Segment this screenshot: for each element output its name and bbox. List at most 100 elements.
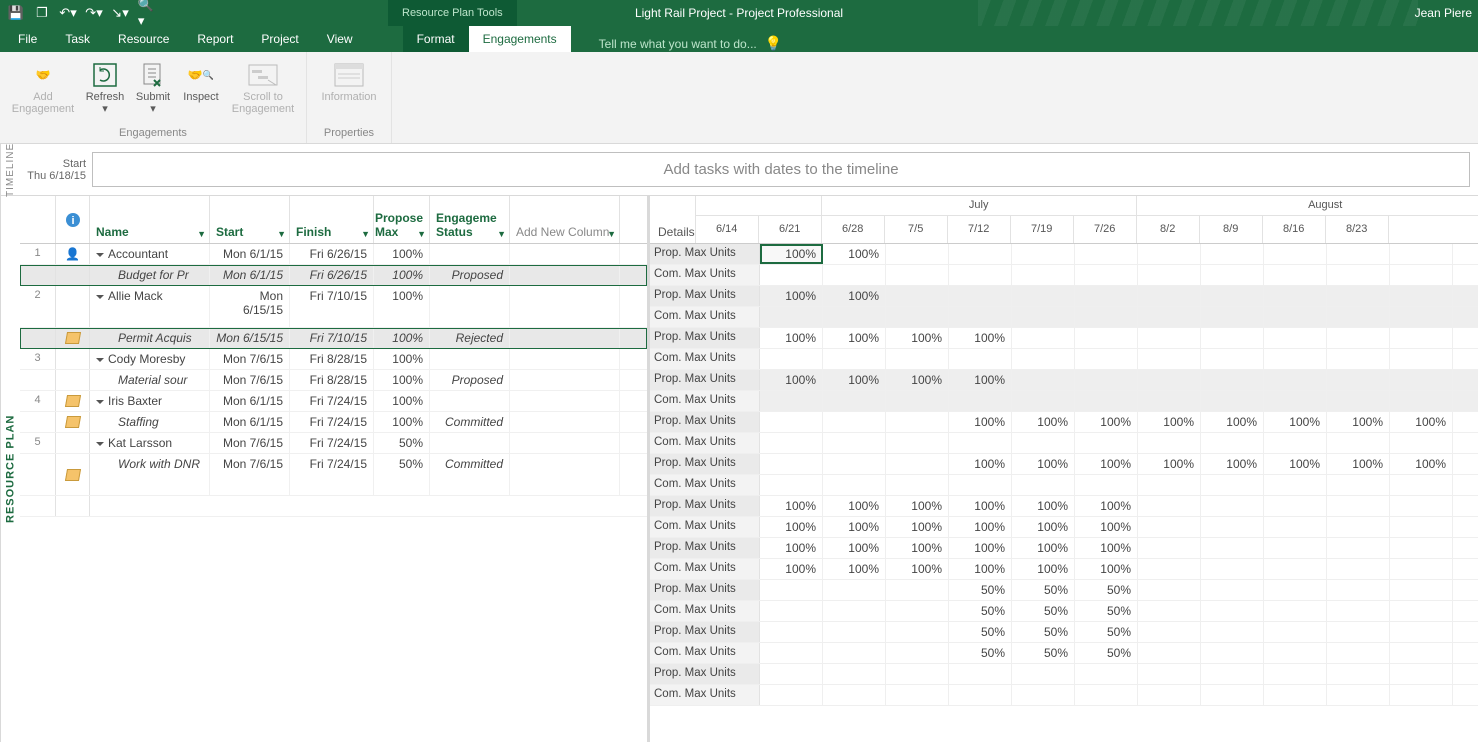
table-row[interactable]: 4Iris BaxterMon 6/1/15Fri 7/24/15100%	[20, 391, 647, 412]
timephased-cell[interactable]	[1201, 475, 1264, 495]
timephased-row[interactable]: Com. Max Units	[650, 685, 1478, 706]
timephased-cell[interactable]: 50%	[949, 580, 1012, 600]
timephased-cell[interactable]	[1327, 601, 1390, 621]
timephased-cell[interactable]: 100%	[1138, 412, 1201, 432]
timephased-cell[interactable]: 50%	[949, 643, 1012, 663]
timephased-cell[interactable]	[1327, 517, 1390, 537]
timephased-cell[interactable]	[1201, 643, 1264, 663]
timephased-cell[interactable]	[1201, 559, 1264, 579]
timephased-cell[interactable]	[1264, 580, 1327, 600]
collapse-caret-icon[interactable]	[96, 253, 104, 257]
timephased-cell[interactable]	[1012, 265, 1075, 285]
timephased-cell[interactable]	[1264, 286, 1327, 306]
timephased-cell[interactable]	[1264, 328, 1327, 348]
timephased-cell[interactable]: 100%	[760, 328, 823, 348]
timephased-cell[interactable]	[823, 580, 886, 600]
timephased-row[interactable]: Prop. Max Units100%100%100%100%100%100%1…	[650, 412, 1478, 433]
table-row[interactable]: StaffingMon 6/1/15Fri 7/24/15100%Committ…	[20, 412, 647, 433]
timephased-cell[interactable]	[823, 622, 886, 642]
scroll-to-engagement-button[interactable]: Scroll to Engagement	[226, 56, 300, 127]
timephased-cell[interactable]	[760, 601, 823, 621]
undo-icon[interactable]: ↶▾	[60, 5, 76, 21]
timephased-cell[interactable]	[760, 454, 823, 474]
timephased-cell[interactable]	[1138, 307, 1201, 327]
tab-engagements[interactable]: Engagements	[469, 26, 571, 52]
timephased-cell[interactable]	[760, 622, 823, 642]
timephased-cell[interactable]	[1201, 433, 1264, 453]
timephased-cell[interactable]: 100%	[1264, 454, 1327, 474]
timephased-row[interactable]: Com. Max Units	[650, 391, 1478, 412]
timephased-cell[interactable]	[1138, 391, 1201, 411]
week-label[interactable]: 7/12	[948, 216, 1011, 243]
timephased-cell[interactable]	[1201, 391, 1264, 411]
timephased-cell[interactable]: 50%	[1012, 643, 1075, 663]
dropdown-icon[interactable]: ▼	[197, 229, 206, 239]
timephased-cell[interactable]	[886, 580, 949, 600]
refresh-button[interactable]: Refresh▾	[82, 56, 128, 127]
timephased-cell[interactable]	[1327, 475, 1390, 495]
timephased-cell[interactable]	[1138, 580, 1201, 600]
timephased-cell[interactable]: 50%	[1075, 601, 1138, 621]
add-engagement-button[interactable]: 🤝 Add Engagement	[6, 56, 80, 127]
timephased-cell[interactable]: 100%	[1075, 517, 1138, 537]
timephased-cell[interactable]: 100%	[823, 517, 886, 537]
dropdown-icon[interactable]: ▼	[361, 229, 370, 239]
timephased-cell[interactable]	[823, 601, 886, 621]
timephased-cell[interactable]	[1138, 475, 1201, 495]
table-row[interactable]: Material sourMon 7/6/15Fri 8/28/15100%Pr…	[20, 370, 647, 391]
table-row[interactable]: Budget for PrMon 6/1/15Fri 6/26/15100%Pr…	[20, 265, 647, 286]
timephased-row[interactable]: Com. Max Units	[650, 349, 1478, 370]
timephased-cell[interactable]	[1138, 328, 1201, 348]
timephased-cell[interactable]: 100%	[1390, 412, 1453, 432]
timephased-cell[interactable]	[1327, 391, 1390, 411]
timephased-cell[interactable]	[1201, 601, 1264, 621]
week-label[interactable]: 8/2	[1137, 216, 1200, 243]
dropdown-icon[interactable]: ▼	[277, 229, 286, 239]
timephased-cell[interactable]	[1327, 496, 1390, 516]
timephased-cell[interactable]: 100%	[1075, 559, 1138, 579]
timephased-cell[interactable]: 100%	[1201, 454, 1264, 474]
timephased-cell[interactable]	[760, 265, 823, 285]
timephased-cell[interactable]	[1390, 433, 1453, 453]
timephased-cell[interactable]	[1075, 370, 1138, 390]
timephased-cell[interactable]	[1390, 601, 1453, 621]
timephased-cell[interactable]: 100%	[1012, 496, 1075, 516]
timephased-row[interactable]: Prop. Max Units50%50%50%	[650, 580, 1478, 601]
inspect-button[interactable]: 🤝🔍 Inspect	[178, 56, 224, 127]
tell-me-search[interactable]: Tell me what you want to do... 💡	[585, 35, 797, 52]
timephased-cell[interactable]	[1390, 244, 1453, 264]
timephased-cell[interactable]	[1327, 265, 1390, 285]
tab-file[interactable]: File	[0, 26, 51, 52]
timephased-cell[interactable]: 50%	[949, 601, 1012, 621]
timephased-cell[interactable]	[949, 244, 1012, 264]
details-header[interactable]: Details	[650, 196, 696, 243]
timephased-cell[interactable]	[886, 601, 949, 621]
timephased-cell[interactable]: 100%	[1390, 454, 1453, 474]
timephased-row[interactable]: Com. Max Units100%100%100%100%100%100%	[650, 517, 1478, 538]
timephased-cell[interactable]	[1012, 433, 1075, 453]
col-engagement-status[interactable]: Engageme Status▼	[430, 196, 510, 243]
timephased-cell[interactable]	[886, 244, 949, 264]
timephased-cell[interactable]	[1201, 622, 1264, 642]
timephased-row[interactable]: Prop. Max Units100%100%	[650, 244, 1478, 265]
user-name[interactable]: Jean Piere	[1415, 6, 1472, 20]
timephased-cell[interactable]	[886, 664, 949, 684]
timephased-cell[interactable]: 100%	[823, 538, 886, 558]
timephased-cell[interactable]	[1138, 370, 1201, 390]
timephased-cell[interactable]	[1390, 538, 1453, 558]
timephased-cell[interactable]	[760, 433, 823, 453]
timephased-cell[interactable]	[1012, 307, 1075, 327]
timephased-cell[interactable]: 100%	[1012, 412, 1075, 432]
timephased-cell[interactable]: 100%	[823, 370, 886, 390]
timephased-cell[interactable]	[1390, 496, 1453, 516]
timephased-row[interactable]: Prop. Max Units100%100%100%100%	[650, 328, 1478, 349]
timephased-cell[interactable]	[1201, 496, 1264, 516]
timephased-cell[interactable]	[1138, 559, 1201, 579]
timephased-cell[interactable]: 100%	[760, 286, 823, 306]
timephased-cell[interactable]	[949, 685, 1012, 705]
table-row[interactable]: Work with DNRMon 7/6/15Fri 7/24/1550%Com…	[20, 454, 647, 496]
timephased-cell[interactable]	[1201, 328, 1264, 348]
timephased-cell[interactable]: 100%	[1075, 496, 1138, 516]
timephased-cell[interactable]	[823, 265, 886, 285]
timephased-cell[interactable]	[1075, 244, 1138, 264]
